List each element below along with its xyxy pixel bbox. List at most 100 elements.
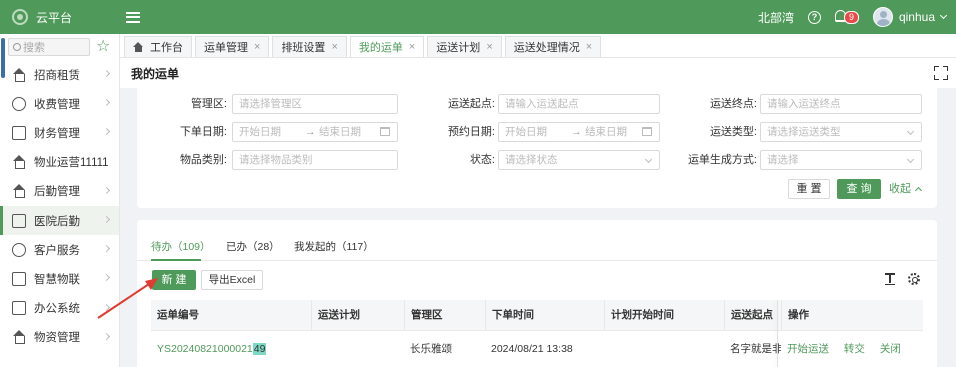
help-icon[interactable]: ? (807, 10, 821, 24)
notification-bell-icon[interactable]: 9 (834, 9, 859, 25)
close-icon[interactable]: × (331, 41, 337, 53)
chevron-up-icon (914, 186, 923, 195)
query-button[interactable]: 查 询 (837, 179, 881, 199)
tab-transport-plan[interactable]: 运送计划 × (427, 36, 502, 57)
menu-toggle-icon[interactable] (126, 11, 140, 23)
building-icon (12, 155, 26, 170)
filter-label-order-date: 下单日期: (179, 126, 227, 138)
sidebar-item-yiyuan[interactable]: 医院后勤 (0, 205, 119, 236)
collapse-link[interactable]: 收起 (889, 179, 923, 199)
export-excel-button[interactable]: 导出Excel (201, 270, 263, 290)
filter-label-start-point: 运送起点: (447, 98, 495, 110)
tab-todo[interactable]: 待办（109） (151, 239, 211, 254)
column-header[interactable]: 运送计划 (311, 300, 404, 331)
generation-method-select[interactable]: 请选择 (760, 150, 922, 170)
new-button[interactable]: 新 建 (152, 270, 196, 290)
chevron-right-icon (102, 245, 111, 253)
search-icon (13, 43, 21, 51)
chevron-right-icon (102, 186, 111, 194)
tab-workbench[interactable]: 工作台 (124, 36, 192, 57)
start-transport-action[interactable]: 开始运送 (787, 343, 829, 355)
tab-my-orders[interactable]: 我的运单 × (349, 36, 425, 57)
settings-gear-icon[interactable] (908, 273, 920, 285)
filter-panel: 管理区: 请选择管理区 运送起点: 请输入运送起点 运送终点: 请输入运送终点 … (137, 88, 937, 208)
table-row[interactable]: YS2024082100002149 长乐雅颂 2024/08/21 13:38… (151, 331, 923, 367)
sidebar-item-wuye[interactable]: 物业运营11111 (0, 148, 119, 177)
chevron-down-icon (939, 11, 948, 19)
tab-done[interactable]: 已办（28） (226, 239, 280, 254)
tab-shift-settings[interactable]: 排班设置 × (272, 36, 347, 57)
column-header[interactable]: 计划开始时间 (604, 300, 724, 331)
sidebar-item-bangong[interactable]: 办公系统 (0, 294, 119, 323)
item-category-select[interactable]: 请选择物品类别 (232, 150, 398, 170)
close-action[interactable]: 关闭 (880, 343, 901, 355)
fullscreen-icon[interactable] (934, 66, 948, 80)
mgmt-area-select[interactable]: 请选择管理区 (232, 94, 398, 114)
start-point-cell: 名字就是非常 (730, 343, 781, 355)
start-point-input[interactable]: 请输入运送起点 (498, 94, 660, 114)
chevron-down-icon (644, 155, 653, 164)
app-logo-icon (12, 9, 28, 25)
tab-transport-status[interactable]: 运送处理情况 × (504, 36, 602, 57)
calendar-icon (642, 127, 652, 136)
office-icon (12, 301, 26, 316)
house-icon (12, 67, 26, 82)
tab-order-mgmt[interactable]: 运单管理 × (195, 36, 270, 57)
home-icon (133, 42, 144, 52)
sidebar-item-wuzi[interactable]: 物资管理 (0, 323, 119, 352)
sidebar-item-houqin[interactable]: 后勤管理 (0, 177, 119, 206)
order-number-link[interactable]: YS2024082100002149 (151, 331, 311, 367)
sidebar-item-kehu[interactable]: 客户服务 (0, 235, 119, 264)
favorite-star-icon[interactable]: ☆ (96, 39, 110, 55)
page-title: 我的运单 (131, 66, 180, 81)
iot-icon (12, 271, 26, 286)
notification-badge: 9 (843, 11, 859, 24)
appoint-date-range[interactable]: 开始日期 → 结束日期 (498, 122, 660, 142)
sidebar-item-zhaoshang[interactable]: 招商租赁 (0, 60, 119, 89)
plan-cell (311, 331, 404, 367)
transfer-action[interactable]: 转交 (844, 343, 865, 355)
top-bar: 云平台 北部湾 ? 9 qinhua (0, 0, 956, 34)
sidebar-item-caiwu[interactable]: 财务管理 (0, 118, 119, 147)
sidebar-search-input[interactable]: 搜索 (8, 38, 90, 56)
chevron-right-icon (102, 303, 111, 311)
brand: 云平台 (0, 9, 120, 26)
filter-label-mgmt-area: 管理区: (190, 98, 227, 110)
table-header: 运单编号 运送计划 管理区 下单时间 计划开始时间 运送起点 操作 (151, 300, 923, 331)
chevron-down-icon (906, 155, 915, 164)
house-icon (12, 184, 26, 199)
avatar (872, 7, 893, 27)
filter-label-generation-method: 运单生成方式: (687, 154, 757, 166)
column-header: 操作 (781, 300, 923, 331)
sidebar-item-zhihui[interactable]: 智慧物联 (0, 264, 119, 293)
close-icon[interactable]: × (486, 41, 492, 53)
column-header[interactable]: 管理区 (404, 300, 485, 331)
username: qinhua (898, 10, 935, 24)
sidebar: 搜索 ☆ 招商租赁 收费管理 财务管理 物业运营11111 后勤管理 医院后勤 … (0, 34, 120, 367)
end-point-input[interactable]: 请输入运送终点 (760, 94, 922, 114)
column-header[interactable]: 运单编号 (151, 300, 311, 331)
close-icon[interactable]: × (409, 41, 415, 53)
column-header[interactable]: 运送起点 (724, 300, 781, 331)
order-date-range[interactable]: 开始日期 → 结束日期 (232, 122, 398, 142)
column-header[interactable]: 下单时间 (485, 300, 604, 331)
filter-label-item-category: 物品类别: (179, 154, 227, 166)
chevron-down-icon (906, 127, 915, 136)
hospital-icon (12, 213, 26, 228)
sidebar-item-shoufei[interactable]: 收费管理 (0, 89, 119, 118)
plan-start-cell (604, 331, 724, 367)
status-select[interactable]: 请选择状态 (498, 150, 660, 170)
close-icon[interactable]: × (586, 41, 592, 53)
app-title: 云平台 (36, 10, 73, 25)
page-header: 我的运单 (120, 58, 956, 88)
close-icon[interactable]: × (254, 41, 260, 53)
text-size-icon[interactable] (885, 273, 895, 285)
transport-type-select[interactable]: 请选择运送类型 (760, 122, 922, 142)
order-time-cell: 2024/08/21 13:38 (491, 343, 573, 355)
ledger-icon (12, 125, 26, 140)
reset-button[interactable]: 重 置 (788, 179, 830, 199)
location-selector[interactable]: 北部湾 (758, 9, 794, 26)
coin-icon (12, 96, 26, 111)
tab-initiated[interactable]: 我发起的（117） (294, 239, 374, 254)
user-menu[interactable]: qinhua (872, 7, 948, 27)
